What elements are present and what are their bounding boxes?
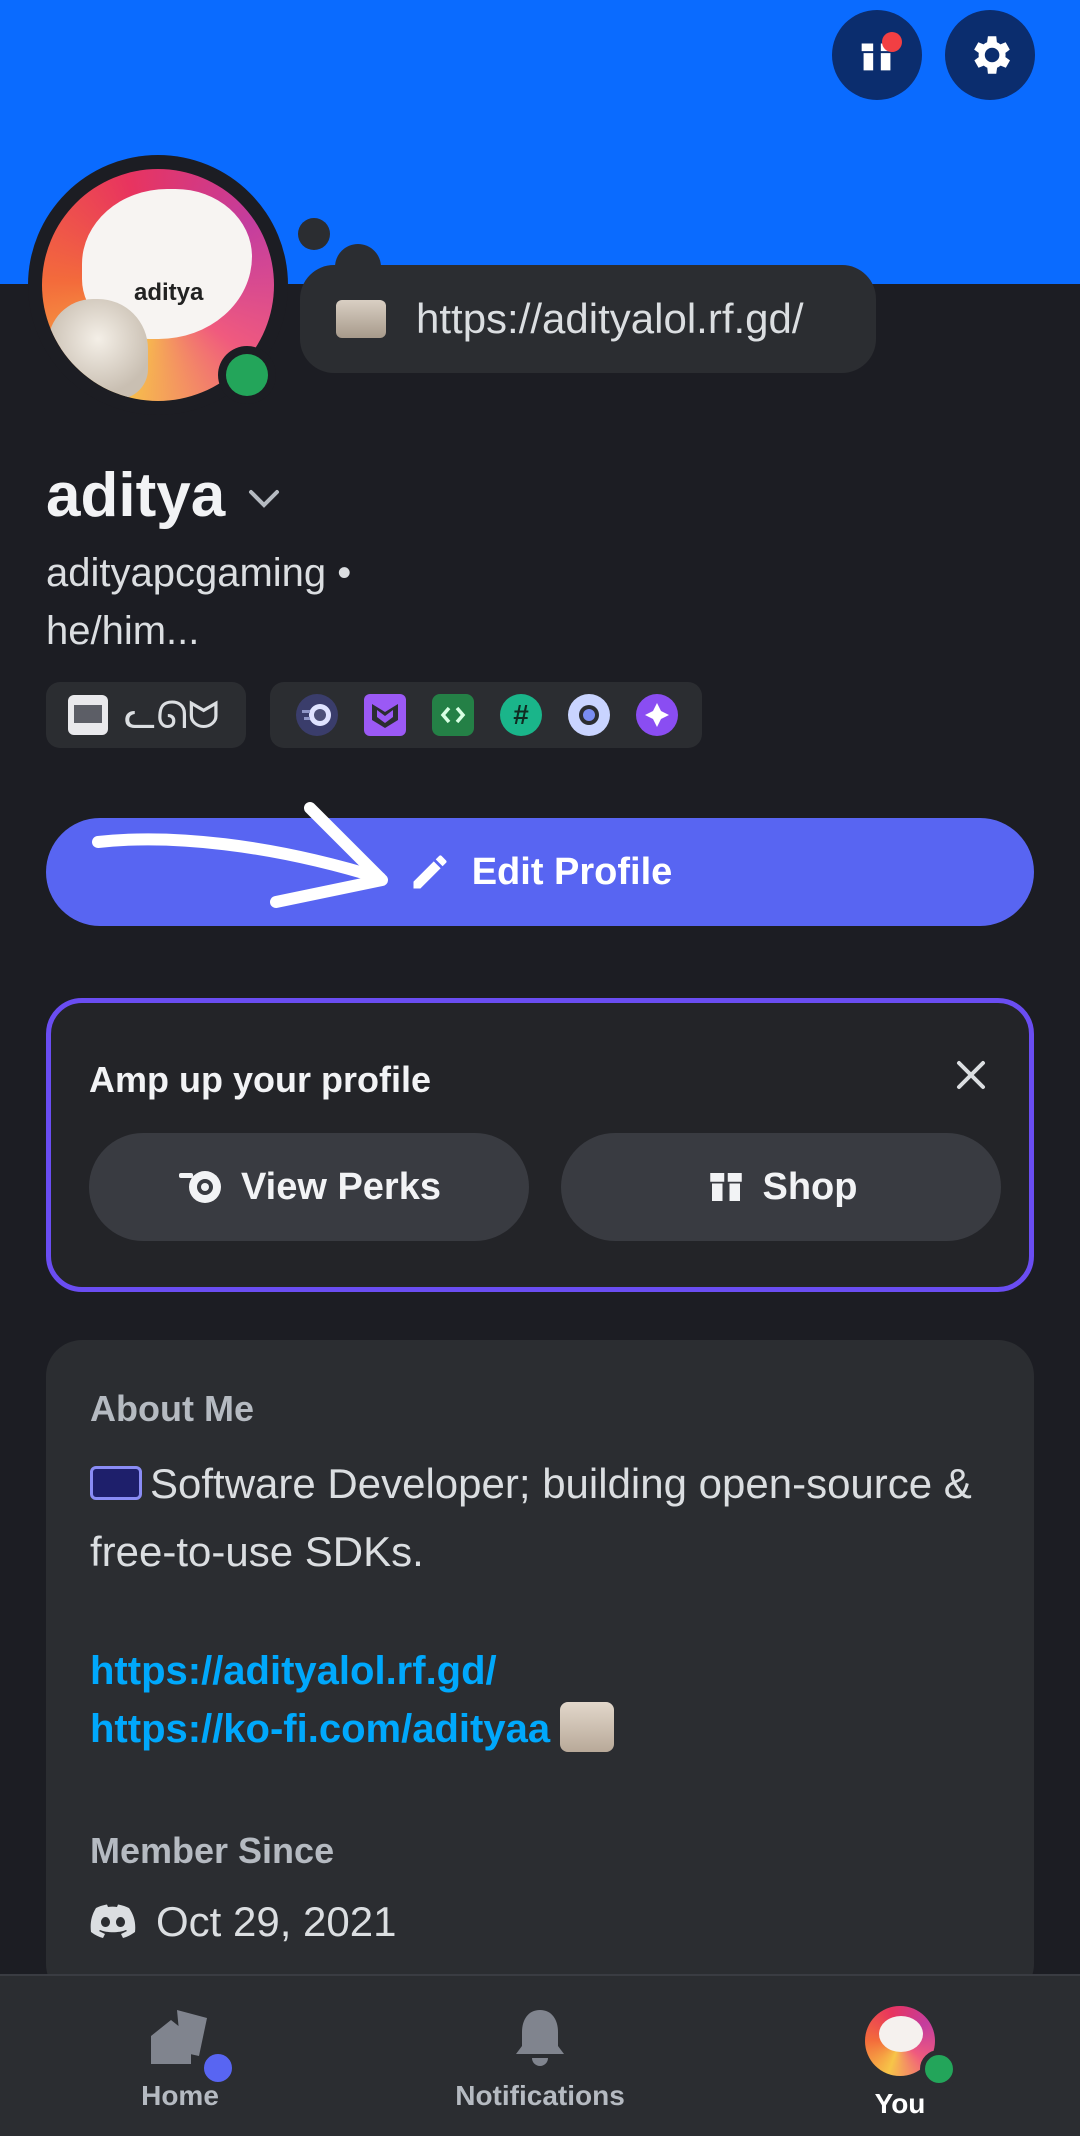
nav-you[interactable]: You (790, 2006, 1010, 2120)
terminal-emoji-icon (90, 1466, 142, 1500)
username: adityapcgaming • (46, 551, 352, 595)
pencil-icon (413, 855, 447, 889)
annotation-arrow-icon (92, 802, 388, 908)
display-name: aditya (46, 461, 226, 530)
badges-row: # (270, 682, 702, 748)
view-perks-label: View Perks (240, 1165, 441, 1208)
discord-logo-icon (90, 1904, 136, 1938)
close-icon[interactable] (951, 1055, 991, 1095)
clan-tag-text: ᓚᘏᗢ (124, 694, 220, 737)
shop-label: Shop (762, 1165, 858, 1208)
nav-notifications-label: Notifications (455, 2080, 625, 2111)
nitro-shop-button[interactable] (832, 10, 922, 100)
amp-up-profile-card: Amp up your profile View Perks Shop (46, 998, 1034, 1292)
online-status-indicator (218, 346, 276, 404)
bell-icon (516, 2010, 564, 2066)
edit-profile-label: Edit Profile (471, 850, 673, 893)
custom-status-bubble[interactable]: https://adityalol.rf.gd/ (300, 265, 876, 373)
nav-home[interactable]: Home (70, 2006, 290, 2112)
online-status-indicator (920, 2050, 958, 2088)
quest-badge-icon[interactable] (568, 694, 610, 736)
cat-decoration (48, 299, 148, 399)
nav-notifications[interactable]: Notifications (430, 2006, 650, 2112)
cat-emoji-icon (336, 300, 386, 338)
amp-card-title: Amp up your profile (89, 1059, 431, 1100)
active-developer-badge-icon[interactable] (432, 694, 474, 736)
about-me-card: About Me Software Developer; building op… (46, 1340, 1034, 2000)
pixel-cat-icon (68, 695, 108, 735)
bottom-navigation: Home Notifications You (0, 1974, 1080, 2136)
shop-button[interactable]: Shop (561, 1133, 1001, 1241)
clan-tag-badge[interactable]: ᓚᘏᗢ (46, 682, 246, 748)
hashtag-badge-icon[interactable]: # (500, 694, 542, 736)
nitro-icon (178, 1171, 221, 1203)
about-me-text: Software Developer; building open-source… (90, 1460, 972, 1575)
nav-home-label: Home (141, 2080, 219, 2111)
view-perks-button[interactable]: View Perks (89, 1133, 529, 1241)
nav-you-label: You (874, 2088, 926, 2119)
about-me-label: About Me (90, 1388, 254, 1429)
member-since-label: Member Since (90, 1830, 335, 1871)
member-since-row: Oct 29, 2021 (90, 1898, 990, 1946)
nitro-badge-icon[interactable] (296, 694, 338, 736)
pronouns: he/him... (46, 609, 200, 653)
kofi-link[interactable]: https://ko-fi.com/adityaa (90, 1707, 550, 1751)
about-links: https://adityalol.rf.gd/ https://ko-fi.c… (90, 1642, 990, 1758)
display-name-row[interactable]: aditya (46, 460, 281, 531)
username-block: adityapcgaming • he/him... (46, 544, 351, 660)
notification-dot (882, 32, 902, 52)
settings-button[interactable] (945, 10, 1035, 100)
hypesquad-badge-icon[interactable] (364, 694, 406, 736)
chevron-down-icon (249, 489, 280, 508)
unread-dot (200, 2050, 236, 2086)
avatar-text: aditya (134, 279, 204, 306)
orbs-badge-icon[interactable] (636, 694, 678, 736)
gear-icon (974, 36, 1010, 74)
shop-icon (709, 1173, 742, 1201)
custom-status-text: https://adityalol.rf.gd/ (416, 295, 804, 342)
website-link[interactable]: https://adityalol.rf.gd/ (90, 1642, 990, 1700)
member-since-date: Oct 29, 2021 (156, 1898, 397, 1945)
cat-emoji-icon (560, 1702, 615, 1752)
